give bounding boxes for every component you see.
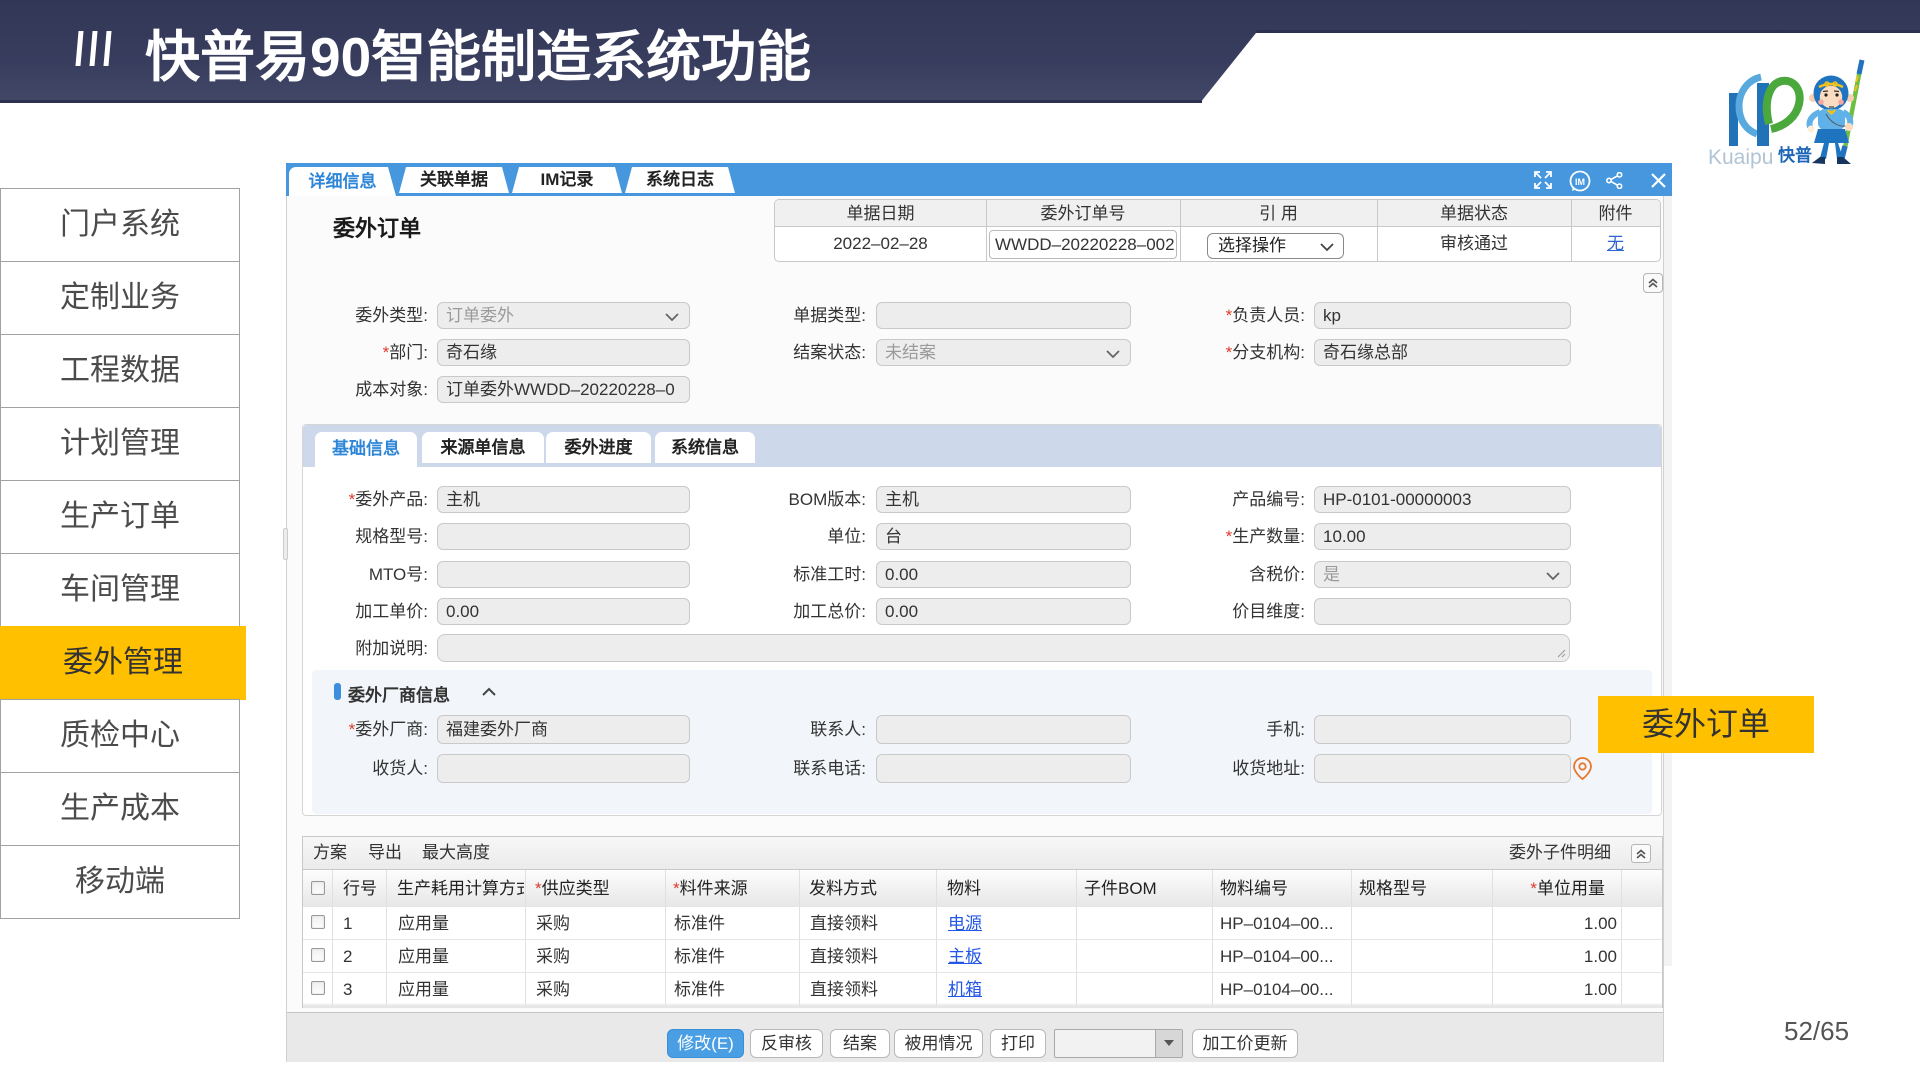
svg-text:Kuaipu: Kuaipu (1708, 146, 1773, 169)
svg-text:快普: 快普 (1778, 145, 1812, 165)
svg-text:IM: IM (1575, 177, 1585, 187)
